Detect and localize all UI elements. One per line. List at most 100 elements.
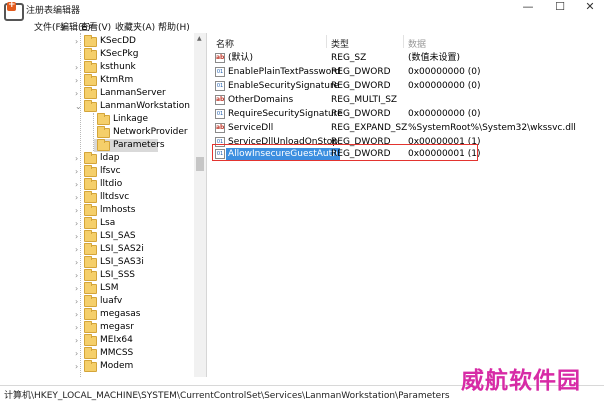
expand-arrow-icon[interactable]: ›: [75, 152, 83, 165]
tree-node-label: megasr: [100, 322, 134, 332]
tree-node[interactable]: › megasr: [0, 321, 194, 334]
folder-icon: [84, 321, 97, 333]
expand-arrow-icon[interactable]: ›: [75, 256, 83, 269]
column-header-data[interactable]: 数据: [408, 37, 426, 50]
expand-arrow-icon[interactable]: ›: [75, 61, 83, 74]
expand-arrow-icon[interactable]: ›: [75, 204, 83, 217]
expand-arrow-icon[interactable]: ›: [75, 295, 83, 308]
regedit-app-icon: +: [4, 1, 24, 21]
tree-node[interactable]: › LSM: [0, 282, 194, 295]
tree-node[interactable]: › MEIx64: [0, 334, 194, 347]
value-row[interactable]: 01 EnablePlainTextPassword REG_DWORD 0x0…: [208, 65, 604, 79]
folder-icon: [84, 178, 97, 190]
value-name: RequireSecuritySignature: [228, 109, 343, 119]
scroll-up-arrow-icon[interactable]: ▲: [197, 35, 202, 42]
expand-arrow-icon[interactable]: ›: [75, 217, 83, 230]
tree-node[interactable]: › ldap: [0, 152, 194, 165]
expand-arrow-icon[interactable]: ›: [75, 360, 83, 373]
tree-node-label: Modem: [100, 361, 134, 371]
tree-node[interactable]: › LSI_SAS: [0, 230, 194, 243]
column-divider[interactable]: [326, 35, 327, 48]
tree-node[interactable]: Linkage: [0, 113, 194, 126]
expand-arrow-icon[interactable]: ›: [75, 321, 83, 334]
tree-node[interactable]: › lfsvc: [0, 165, 194, 178]
tree-node-label: LSI_SSS: [100, 270, 136, 280]
binary-value-icon: 01: [215, 81, 225, 91]
folder-icon: [84, 256, 97, 268]
menu-favorites[interactable]: 收藏夹(A): [115, 20, 155, 33]
folder-icon: [84, 308, 97, 320]
value-row[interactable]: 01 EnableSecuritySignature REG_DWORD 0x0…: [208, 79, 604, 93]
tree-node[interactable]: › KtmRm: [0, 74, 194, 87]
tree-node[interactable]: › Lsa: [0, 217, 194, 230]
folder-icon: [84, 282, 97, 294]
collapse-arrow-icon[interactable]: ⌄: [75, 100, 83, 113]
folder-icon: [84, 191, 97, 203]
expand-arrow-icon[interactable]: ›: [75, 308, 83, 321]
expand-arrow-icon[interactable]: ›: [75, 178, 83, 191]
tree-node[interactable]: › Modem: [0, 360, 194, 373]
maximize-button[interactable]: ☐: [548, 0, 572, 16]
menu-help[interactable]: 帮助(H): [158, 20, 190, 33]
tree-node[interactable]: › ksthunk: [0, 61, 194, 74]
value-data: 0x00000000 (0): [408, 81, 481, 91]
tree-node[interactable]: › LanmanServer: [0, 87, 194, 100]
scrollbar-thumb[interactable]: [196, 157, 204, 171]
tree-node[interactable]: › luafv: [0, 295, 194, 308]
expand-arrow-icon[interactable]: ›: [75, 282, 83, 295]
tree-node[interactable]: › lltdio: [0, 178, 194, 191]
tree-node-label: LSI_SAS2i: [100, 244, 144, 254]
value-row[interactable]: ab (默认) REG_SZ (数值未设置): [208, 51, 604, 65]
expand-arrow-icon[interactable]: ›: [75, 347, 83, 360]
tree-node[interactable]: › MMCSS: [0, 347, 194, 360]
value-row[interactable]: 01 RequireSecuritySignature REG_DWORD 0x…: [208, 107, 604, 121]
title-bar: + 注册表编辑器 — ☐ ✕: [0, 0, 604, 21]
tree-node-label: lmhosts: [100, 205, 136, 215]
column-divider[interactable]: [403, 35, 404, 48]
expand-arrow-icon[interactable]: ›: [75, 87, 83, 100]
expand-arrow-icon[interactable]: ›: [75, 165, 83, 178]
value-data: (数值未设置): [408, 53, 461, 63]
value-data: %SystemRoot%\System32\wkssvc.dll: [408, 123, 576, 133]
value-name: (默认): [228, 53, 254, 63]
watermark: 威航软件园: [461, 367, 581, 394]
value-data: 0x00000000 (0): [408, 67, 481, 77]
tree-node[interactable]: › LSI_SSS: [0, 269, 194, 282]
expand-arrow-icon[interactable]: ›: [75, 230, 83, 243]
tree-node-label: ksthunk: [100, 62, 136, 72]
tree-node-label: LSM: [100, 283, 119, 293]
tree-node[interactable]: NetworkProvider: [0, 126, 194, 139]
minimize-button[interactable]: —: [516, 0, 540, 16]
menu-view[interactable]: 查看(V): [80, 20, 111, 33]
value-list[interactable]: 名称 类型 数据 ab (默认) REG_SZ (数值未设置) 01 Enabl…: [208, 33, 604, 377]
value-row[interactable]: ab OtherDomains REG_MULTI_SZ: [208, 93, 604, 107]
expand-arrow-icon[interactable]: ›: [75, 191, 83, 204]
tree-node-selected[interactable]: Parameters: [94, 139, 165, 152]
value-row[interactable]: ab ServiceDll REG_EXPAND_SZ %SystemRoot%…: [208, 121, 604, 135]
tree-node[interactable]: › LSI_SAS3i: [0, 256, 194, 269]
expand-arrow-icon[interactable]: ›: [75, 334, 83, 347]
value-name: ServiceDll: [228, 123, 274, 133]
tree-node[interactable]: › lmhosts: [0, 204, 194, 217]
tree-node-label: lltdsvc: [100, 192, 130, 202]
tree-node[interactable]: › lltdsvc: [0, 191, 194, 204]
tree-node[interactable]: ⌄ LanmanWorkstation: [0, 100, 194, 113]
expand-arrow-icon[interactable]: ›: [75, 269, 83, 282]
tree-node[interactable]: › LSI_SAS2i: [0, 243, 194, 256]
tree-scrollbar[interactable]: ▲: [194, 33, 206, 377]
tree-node-label: LanmanWorkstation: [100, 101, 190, 111]
close-button[interactable]: ✕: [578, 0, 602, 16]
column-header-name[interactable]: 名称: [216, 37, 234, 50]
expand-arrow-icon[interactable]: ›: [75, 243, 83, 256]
tree-node[interactable]: › megasas: [0, 308, 194, 321]
value-type: REG_MULTI_SZ: [331, 95, 398, 105]
tree-node[interactable]: › KSecDD: [0, 35, 194, 48]
value-type: REG_DWORD: [331, 109, 391, 119]
column-header-type[interactable]: 类型: [331, 37, 349, 50]
registry-tree[interactable]: › KSecDD KSecPkg › ksthunk › KtmRm › LanmanS…: [0, 33, 207, 377]
expand-arrow-icon[interactable]: ›: [75, 74, 83, 87]
tree-node-label: Parameters: [113, 140, 165, 150]
tree-node[interactable]: KSecPkg: [0, 48, 194, 61]
expand-arrow-icon[interactable]: ›: [75, 35, 83, 48]
tree-node-label: KSecPkg: [100, 49, 139, 59]
